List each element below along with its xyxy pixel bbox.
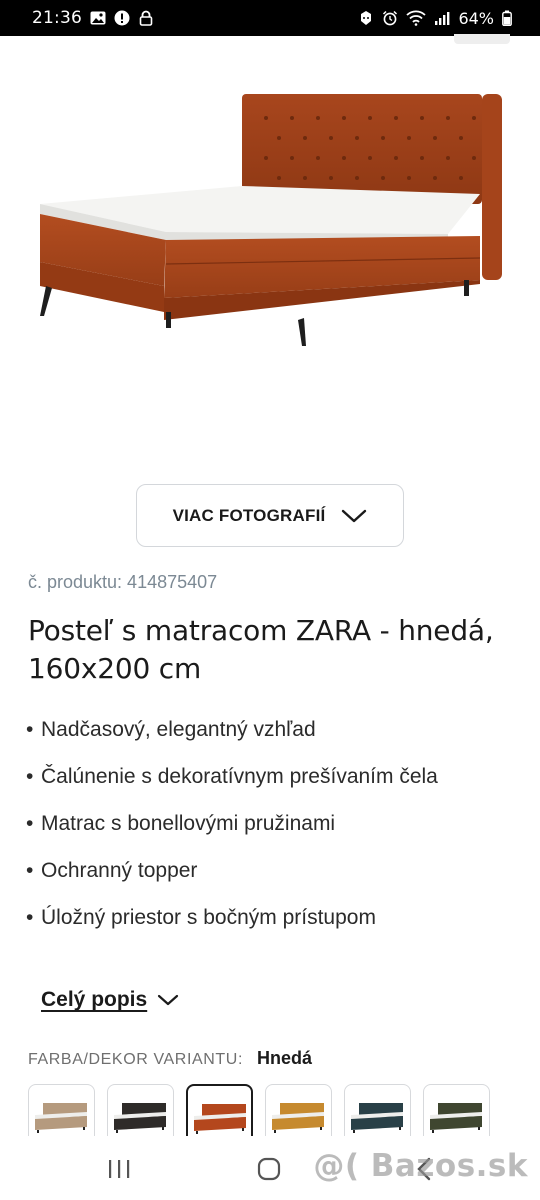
full-description-label: Celý popis <box>41 988 148 1011</box>
chevron-down-icon <box>341 508 367 524</box>
list-item: • Úložný priestor s bočným prístupom <box>26 900 496 936</box>
product-image[interactable] <box>28 34 512 456</box>
alert-icon <box>114 10 130 26</box>
gallery-icon <box>90 10 106 26</box>
chevron-down-icon <box>157 993 179 1007</box>
feature-text: Čalúnenie s dekoratívnym prešívaním čela <box>41 765 438 788</box>
more-photos-label: VIAC FOTOGRAFIÍ <box>172 505 326 525</box>
battery-icon <box>502 10 512 26</box>
lock-icon <box>138 10 154 26</box>
wifi-icon <box>406 10 427 26</box>
recent-apps-icon[interactable] <box>106 1156 132 1182</box>
bed-illustration <box>40 94 502 346</box>
product-title: Posteľ s matracom ZARA - hnedá, 160x200 … <box>28 614 494 685</box>
feature-text: Nadčasový, elegantný vzhľad <box>41 718 316 741</box>
signal-icon <box>434 10 450 26</box>
gallery-close-tab[interactable] <box>454 34 510 44</box>
feature-list: • Nadčasový, elegantný vzhľad • Čalúnenie … <box>26 712 496 947</box>
product-code: č. produktu: 414875407 <box>28 572 218 592</box>
full-description-link[interactable]: Celý popis <box>41 988 179 1012</box>
variant-label: FARBA/DEKOR VARIANTU: <box>28 1051 244 1068</box>
list-item: • Ochranný topper <box>26 853 496 889</box>
more-photos-button[interactable]: VIAC FOTOGRAFIÍ <box>136 484 404 547</box>
status-bar: 21:36 64% <box>0 0 540 36</box>
battery-percent: 64% <box>458 8 494 28</box>
watermark: @( Bazos.sk <box>313 1148 528 1184</box>
list-item: • Čalúnenie s dekoratívnym prešívaním čel… <box>26 759 496 795</box>
list-item: • Nadčasový, elegantný vzhľad <box>26 712 496 748</box>
home-icon[interactable] <box>256 1156 282 1182</box>
feature-text: Matrac s bonellovými pružinami <box>41 812 336 835</box>
alarm-icon <box>382 10 398 26</box>
feature-text: Ochranný topper <box>41 859 198 882</box>
variant-row: FARBA/DEKOR VARIANTU: Hnedá <box>28 1048 312 1069</box>
status-time: 21:36 <box>32 8 82 28</box>
feature-text: Úložný priestor s bočným prístupom <box>41 906 376 929</box>
face-icon <box>358 10 374 26</box>
variant-selected-value: Hnedá <box>257 1048 313 1068</box>
list-item: • Matrac s bonellovými pružinami <box>26 806 496 842</box>
